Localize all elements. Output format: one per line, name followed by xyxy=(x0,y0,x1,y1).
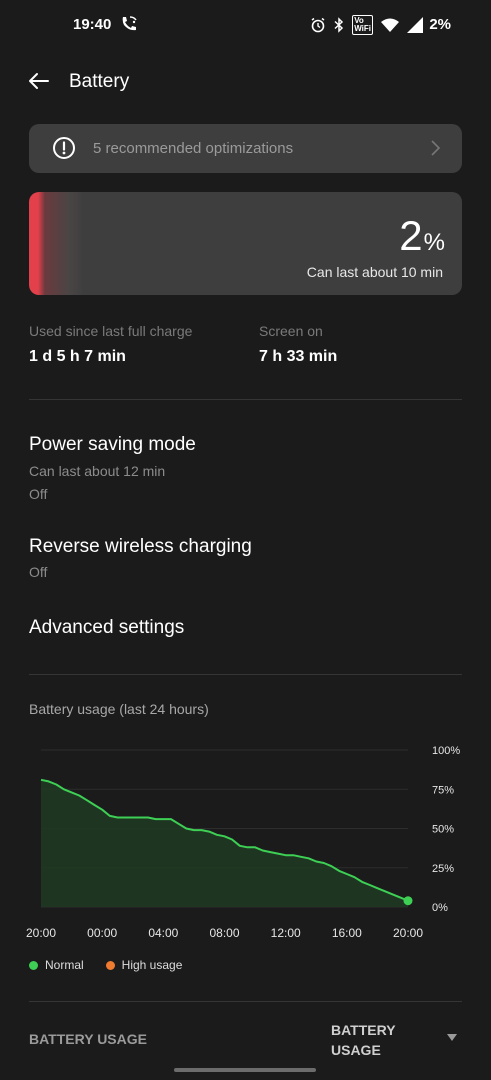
battery-usage-dropdown[interactable]: BATTERY USAGE xyxy=(331,1020,411,1060)
divider xyxy=(29,1001,462,1002)
used-since-label: Used since last full charge xyxy=(29,323,193,339)
status-time: 19:40 xyxy=(73,16,112,33)
battery-percent-symbol: % xyxy=(423,229,445,256)
legend-label-high-usage: High usage xyxy=(121,958,183,972)
chevron-right-icon xyxy=(431,140,441,156)
advanced-settings-title: Advanced settings xyxy=(29,617,185,638)
chart-legend: Normal High usage xyxy=(29,958,182,972)
series-area-normal xyxy=(41,779,408,907)
divider xyxy=(29,399,462,400)
x-tick-label: 12:00 xyxy=(271,926,301,940)
x-tick-label: 20:00 xyxy=(393,926,423,940)
divider xyxy=(29,674,462,675)
x-tick-label: 00:00 xyxy=(87,926,117,940)
y-tick-label: 50% xyxy=(432,824,454,836)
battery-usage-section-label: BATTERY USAGE xyxy=(29,1031,147,1047)
power-saving-estimate: Can last about 12 min xyxy=(29,463,166,479)
info-alert-icon xyxy=(53,137,75,159)
legend-dot-high-usage xyxy=(105,960,115,970)
battery-usage-chart[interactable]: 100% 75% 50% 25% 0% 20:00 00:00 04:00 08:00 12:00… xyxy=(0,735,491,950)
y-tick-label: 100% xyxy=(432,745,460,757)
current-level-point xyxy=(403,896,413,906)
screen-on-value: 7 h 33 min xyxy=(259,348,338,365)
page-title: Battery xyxy=(69,71,130,92)
alarm-icon xyxy=(311,17,325,33)
x-tick-label: 08:00 xyxy=(209,926,239,940)
signal-icon xyxy=(407,17,423,33)
x-tick-label: 20:00 xyxy=(26,926,56,940)
y-tick-label: 25% xyxy=(432,863,454,875)
gesture-home-bar[interactable] xyxy=(174,1068,316,1072)
optimizations-banner[interactable]: 5 recommended optimizations xyxy=(29,124,462,173)
status-bar: 19:40 Vo WiFi 2% xyxy=(0,0,491,52)
x-tick-label: 16:00 xyxy=(332,926,362,940)
power-saving-status: Off xyxy=(29,486,48,502)
y-tick-label: 0% xyxy=(432,902,448,914)
call-wifi-icon xyxy=(122,16,137,31)
chart-title: Battery usage (last 24 hours) xyxy=(29,701,209,717)
vowifi-icon: Vo WiFi xyxy=(352,15,373,35)
bluetooth-icon xyxy=(334,17,344,33)
back-arrow-icon[interactable] xyxy=(24,66,54,96)
power-saving-title: Power saving mode xyxy=(29,434,196,455)
optimizations-text: 5 recommended optimizations xyxy=(93,140,294,157)
caret-down-icon[interactable] xyxy=(447,1034,457,1042)
battery-percent: 2% xyxy=(399,212,445,260)
status-battery-percent: 2% xyxy=(429,16,451,33)
wifi-icon xyxy=(381,18,399,32)
legend-item-normal: Normal xyxy=(29,958,84,972)
battery-percent-value: 2 xyxy=(399,212,422,259)
y-tick-label: 75% xyxy=(432,784,454,796)
legend-item-high-usage: High usage xyxy=(105,958,183,972)
x-tick-label: 04:00 xyxy=(148,926,178,940)
reverse-wireless-status: Off xyxy=(29,564,48,580)
used-since-value: 1 d 5 h 7 min xyxy=(29,348,126,365)
screen-on-label: Screen on xyxy=(259,323,323,339)
status-icons: Vo WiFi xyxy=(310,15,423,35)
battery-remaining: Can last about 10 min xyxy=(306,264,443,280)
battery-level-card: 2% Can last about 10 min xyxy=(29,192,462,295)
app-bar: Battery xyxy=(0,62,491,102)
reverse-wireless-title: Reverse wireless charging xyxy=(29,536,252,557)
legend-label-normal: Normal xyxy=(45,958,84,972)
legend-dot-normal xyxy=(29,960,38,970)
